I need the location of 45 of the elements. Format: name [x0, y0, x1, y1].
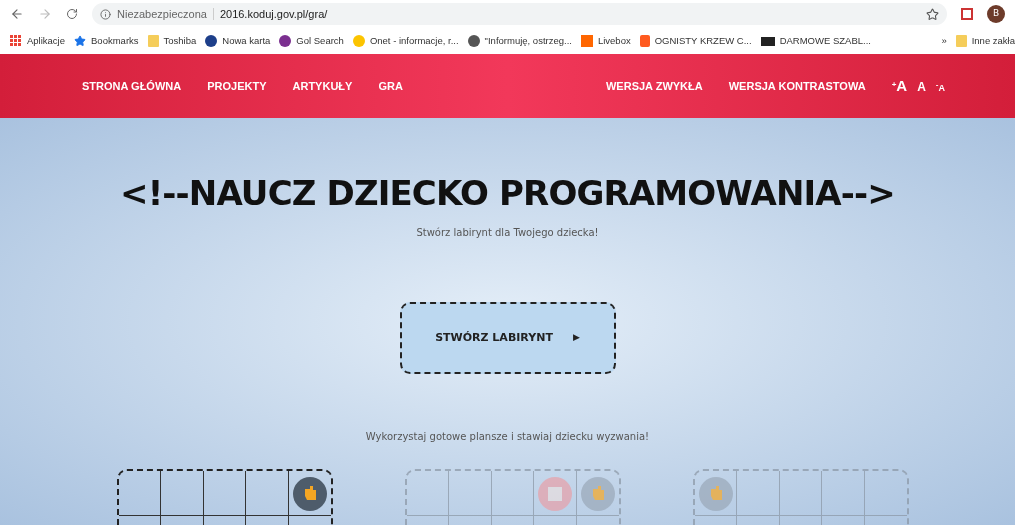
nav-link[interactable]: GRA [378, 77, 403, 95]
screen-icon [760, 36, 775, 46]
bookmark-item[interactable]: Bookmarks [74, 33, 139, 49]
subtitle: Stwórz labirynt dla Twojego dziecka! [416, 226, 599, 240]
square-icon [580, 35, 593, 47]
folder-icon [955, 35, 967, 47]
hand-token-icon [580, 477, 615, 511]
nav-link[interactable]: WERSJA KONTRASTOWA [728, 77, 866, 95]
apps-grid-icon [10, 35, 22, 47]
address-bar[interactable]: Niezabezpieczona 2016.koduj.gov.pl/gra/ [92, 3, 947, 25]
bookmark-item[interactable]: "Informuję, ostrzeg... [467, 33, 572, 49]
profile-avatar[interactable]: B [987, 5, 1005, 23]
extension-icon[interactable] [961, 8, 973, 20]
bookmark-item[interactable]: Toshiba [147, 33, 197, 49]
nav-link[interactable]: PROJEKTY [207, 77, 267, 95]
page-title: <!--NAUCZ DZIECKO PROGRAMOWANIA--> [120, 172, 895, 215]
bookmark-item[interactable]: Gol Search [279, 33, 344, 49]
square-token-icon [537, 477, 572, 511]
bookmark-item[interactable]: Aplikacje [10, 33, 66, 49]
overflow-chevron[interactable]: » [941, 33, 947, 49]
bookmark-item[interactable]: DARMOWE SZABL... [760, 33, 871, 49]
info-icon [100, 8, 111, 20]
hand-token-icon [698, 477, 733, 511]
star-icon [74, 35, 87, 47]
bookmark-star-icon[interactable] [926, 7, 939, 21]
bookmark-item[interactable]: Livebox [580, 33, 631, 49]
nav-link[interactable]: ARTYKUŁY [292, 77, 353, 95]
url-text: 2016.koduj.gov.pl/gra/ [219, 6, 328, 22]
font-size-link[interactable]: $^{-}$A [935, 81, 945, 96]
bookmark-item[interactable]: Onet - informacje, r... [352, 33, 459, 49]
font-size-link[interactable]: $^{+}$A [891, 74, 908, 98]
hand-token-icon [292, 477, 327, 511]
back-icon[interactable] [10, 7, 24, 21]
font-size-link[interactable]: A [917, 77, 926, 96]
bookmark-item[interactable]: OGNISTY KRZEW C... [639, 33, 752, 49]
bookmark-item[interactable]: Nowa karta [205, 33, 271, 49]
create-maze-button[interactable]: STWÓRZ LABIRYNT ▶ [399, 302, 616, 374]
circle-logo-icon [205, 35, 218, 47]
hint-text: Wykorzystaj gotowe plansze i stawiaj dziecku wyzwania! [365, 430, 650, 444]
nav-link[interactable]: STRONA GŁÓWNA [82, 77, 182, 95]
folder-icon [147, 35, 159, 47]
reload-icon[interactable] [66, 8, 78, 20]
other-bookmarks-folder[interactable]: Inne zakła [955, 33, 1015, 49]
security-label: Niezabezpieczona [117, 6, 207, 22]
nav-link[interactable]: WERSJA ZWYKŁA [605, 77, 703, 95]
